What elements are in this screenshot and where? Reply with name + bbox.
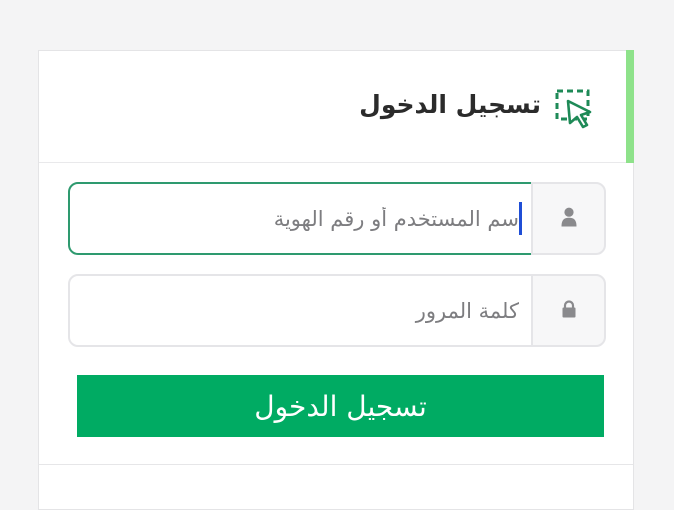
login-button[interactable]: تسجيل الدخول [77,375,604,437]
username-input[interactable] [68,182,533,255]
login-card: تسجيل الدخول تسجيل الدخول [38,50,634,510]
password-group [68,274,606,347]
password-addon [531,274,606,347]
page-title: تسجيل الدخول [359,90,541,119]
select-cursor-icon [554,88,596,130]
accent-bar [626,50,634,163]
card-header: تسجيل الدخول [39,50,634,163]
user-icon [561,207,577,231]
text-caret [519,202,522,235]
lock-icon [562,299,576,322]
username-addon [531,182,606,255]
password-input[interactable] [68,274,533,347]
login-button-label: تسجيل الدخول [254,389,427,423]
divider [39,464,633,465]
username-group [68,182,606,255]
